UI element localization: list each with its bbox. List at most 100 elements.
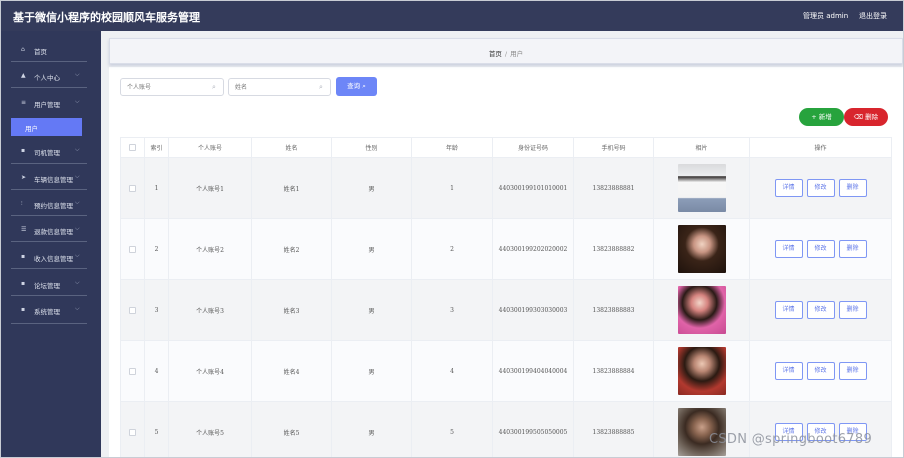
sidebar-item-driver-management[interactable]: ▪ 司机管理 ⌵ [11, 144, 87, 158]
sidebar-item-booking-info[interactable]: ⫶ 预约信息管理 ⌵ [11, 197, 87, 211]
name-search-input[interactable] [228, 78, 331, 96]
sidebar-item-label: 首页 [34, 48, 47, 56]
grid-icon: ▪ [21, 147, 26, 154]
sidebar-item-user-management[interactable]: ≡ 用户管理 ⌵ [11, 96, 87, 110]
idcard-cell: 440300199505050005 [492, 401, 574, 457]
account-cell: 个人账号3 [168, 279, 252, 341]
row-delete-button[interactable]: 删除 [838, 362, 867, 380]
idcard-cell: 440300199404040004 [492, 340, 574, 402]
sidebar-item-home[interactable]: ⌂ 首页 [11, 43, 87, 57]
select-all-checkbox[interactable] [129, 144, 136, 151]
bulk-delete-button[interactable]: ⌫ 删除 [844, 108, 888, 126]
chevron-down-icon: ⌵ [75, 225, 80, 232]
gender-cell: 男 [331, 279, 412, 341]
sidebar-item-vehicle-info[interactable]: ➤ 车辆信息管理 ⌵ [11, 171, 87, 185]
chevron-down-icon: ⌵ [75, 279, 80, 286]
name-cell: 姓名5 [251, 401, 332, 457]
gender-cell: 男 [331, 157, 412, 219]
grid-icon: ▪ [21, 280, 26, 287]
column-header[interactable]: 手机号码 [573, 137, 654, 158]
sidebar: ⌂ 首页 ▲ 个人中心 ⌵ ≡ 用户管理 ⌵ 用户 ▪ 司机管理 ⌵ ➤ 车辆信… [1, 31, 101, 457]
age-cell: 4 [411, 340, 493, 402]
table-row: 2 个人账号2 姓名2 男 2 440300199202020002 13823… [120, 218, 892, 280]
row-select-cell [120, 157, 145, 219]
detail-button[interactable]: 详情 [774, 362, 803, 380]
row-select-cell [120, 279, 145, 341]
row-delete-button[interactable]: 删除 [838, 179, 867, 197]
top-header-bar: 基于微信小程序的校园顺风车服务管理 管理员 admin 退出登录 [1, 1, 903, 31]
row-checkbox[interactable] [129, 184, 136, 192]
column-header[interactable]: 年龄 [411, 137, 493, 158]
add-button[interactable]: + 新增 [799, 108, 844, 126]
account-cell: 个人账号2 [168, 218, 252, 280]
index-cell: 5 [144, 401, 169, 457]
delete-button-label: 删除 [865, 113, 879, 121]
account-search-input[interactable] [120, 78, 224, 96]
detail-button[interactable]: 详情 [774, 240, 803, 258]
menu-divider [11, 189, 87, 190]
chevron-down-icon: ⌵ [75, 199, 80, 206]
table-row: 1 个人账号1 姓名1 男 1 440300199101010001 13823… [120, 157, 892, 219]
sidebar-item-system-management[interactable]: ▪ 系统管理 ⌵ [11, 303, 87, 317]
index-cell: 3 [144, 279, 169, 341]
sidebar-item-label: 预约信息管理 [34, 202, 73, 210]
submenu-item-users[interactable]: 用户 [11, 118, 82, 136]
logout-link[interactable]: 退出登录 [859, 11, 887, 21]
row-delete-button[interactable]: 删除 [838, 301, 867, 319]
detail-button[interactable]: 详情 [774, 301, 803, 319]
menu-divider [11, 268, 87, 269]
row-checkbox[interactable] [129, 245, 136, 253]
photo-cell [653, 401, 750, 457]
row-select-cell [120, 401, 145, 457]
sidebar-item-refund-info[interactable]: ☰ 退款信息管理 ⌵ [11, 223, 87, 237]
phone-cell: 13823888882 [573, 218, 654, 280]
gender-cell: 男 [331, 218, 412, 280]
age-cell: 3 [411, 279, 493, 341]
sidebar-item-income-info[interactable]: ▪ 收入信息管理 ⌵ [11, 250, 87, 264]
edit-button[interactable]: 修改 [806, 240, 835, 258]
name-cell: 姓名3 [251, 279, 332, 341]
name-cell: 姓名1 [251, 157, 332, 219]
column-header[interactable]: 索引 [144, 137, 169, 158]
detail-button[interactable]: 详情 [774, 179, 803, 197]
chevron-down-icon: ⌵ [75, 98, 80, 105]
chart-icon: ⫶ [21, 200, 23, 207]
submenu-item-label: 用户 [25, 125, 38, 133]
row-checkbox[interactable] [129, 367, 136, 375]
chevron-down-icon: ⌵ [75, 252, 80, 259]
edit-button[interactable]: 修改 [806, 301, 835, 319]
search-icon: ⌕ [362, 82, 366, 90]
actions-cell: 详情 修改 删除 [749, 401, 892, 457]
chevron-down-icon: ⌵ [75, 173, 80, 180]
sidebar-item-label: 收入信息管理 [34, 255, 73, 263]
photo-cell [653, 157, 750, 219]
name-cell: 姓名4 [251, 340, 332, 402]
menu-divider [11, 87, 87, 88]
trash-icon: ⌫ [853, 113, 864, 121]
row-checkbox[interactable] [129, 306, 136, 314]
row-select-cell [120, 340, 145, 402]
edit-button[interactable]: 修改 [806, 362, 835, 380]
sidebar-item-forum-management[interactable]: ▪ 论坛管理 ⌵ [11, 277, 87, 291]
search-button[interactable]: 查询 ⌕ [336, 77, 377, 96]
column-header[interactable]: 性别 [331, 137, 412, 158]
search-button-label: 查询 [347, 82, 361, 90]
index-cell: 4 [144, 340, 169, 402]
phone-cell: 13823888883 [573, 279, 654, 341]
user-photo [677, 347, 726, 395]
column-header[interactable]: 个人账号 [168, 137, 252, 158]
row-checkbox[interactable] [129, 428, 136, 436]
column-header[interactable]: 身份证号码 [492, 137, 574, 158]
column-header[interactable]: 姓名 [251, 137, 332, 158]
sidebar-item-label: 论坛管理 [34, 282, 60, 290]
breadcrumb-home[interactable]: 首页 [489, 50, 502, 58]
row-delete-button[interactable]: 删除 [838, 240, 867, 258]
user-photo [677, 286, 726, 334]
send-icon: ➤ [21, 174, 27, 181]
edit-button[interactable]: 修改 [806, 179, 835, 197]
sidebar-item-personal-center[interactable]: ▲ 个人中心 ⌵ [11, 69, 87, 83]
add-button-label: 新增 [818, 113, 832, 121]
menu-divider [11, 61, 87, 62]
app-title: 基于微信小程序的校园顺风车服务管理 [13, 11, 200, 24]
row-select-cell [120, 218, 145, 280]
